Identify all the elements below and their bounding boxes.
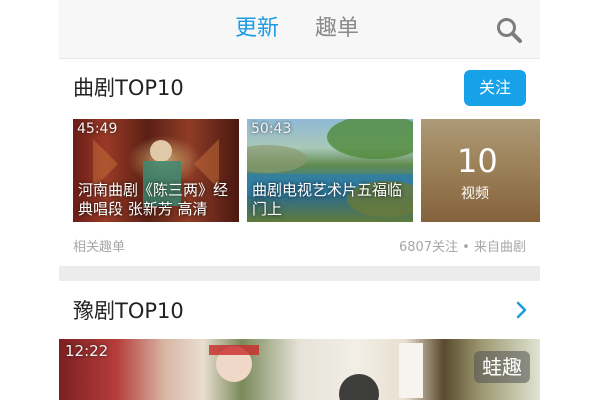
video-duration: 12:22 [65,342,109,360]
follow-count-source: 6807关注 • 来自曲剧 [398,240,526,255]
tab-playlists[interactable]: 趣单 [315,14,359,44]
phone-screen: 更新 趣单 曲剧TOP10 关注 45:49 河南曲剧《陈三两》经典唱段 张新芳… [59,0,540,400]
follow-button[interactable]: 关注 [464,70,526,106]
related-playlists-link[interactable]: 相关趣单 [73,236,125,255]
video-count: 10 [457,142,498,180]
video-duration: 45:49 [77,121,118,137]
video-caption: 曲剧电视艺术片五福临门上 [252,181,403,218]
chevron-right-icon[interactable] [514,298,530,322]
top-bar: 更新 趣单 [59,0,540,59]
video-caption: 河南曲剧《陈三两》经典唱段 张新芳 高清 [78,181,229,218]
more-videos-card[interactable]: 10 视频 [421,119,540,222]
tab-updates[interactable]: 更新 [235,14,279,44]
video-card[interactable]: 45:49 河南曲剧《陈三两》经典唱段 张新芳 高清 [73,119,239,222]
section-title: 豫剧TOP10 [73,299,184,323]
video-card[interactable]: 50:43 曲剧电视艺术片五福临门上 [247,119,413,222]
video-thumbnail [209,343,423,400]
video-duration: 50:43 [251,121,292,137]
watermark-badge: 蛙趣 [474,351,530,383]
video-count-label: 视频 [461,186,489,202]
section-divider [59,266,540,281]
video-card[interactable]: 12:22 蛙趣 [59,339,540,400]
section-title: 曲剧TOP10 [73,76,184,100]
search-icon[interactable] [495,16,523,44]
